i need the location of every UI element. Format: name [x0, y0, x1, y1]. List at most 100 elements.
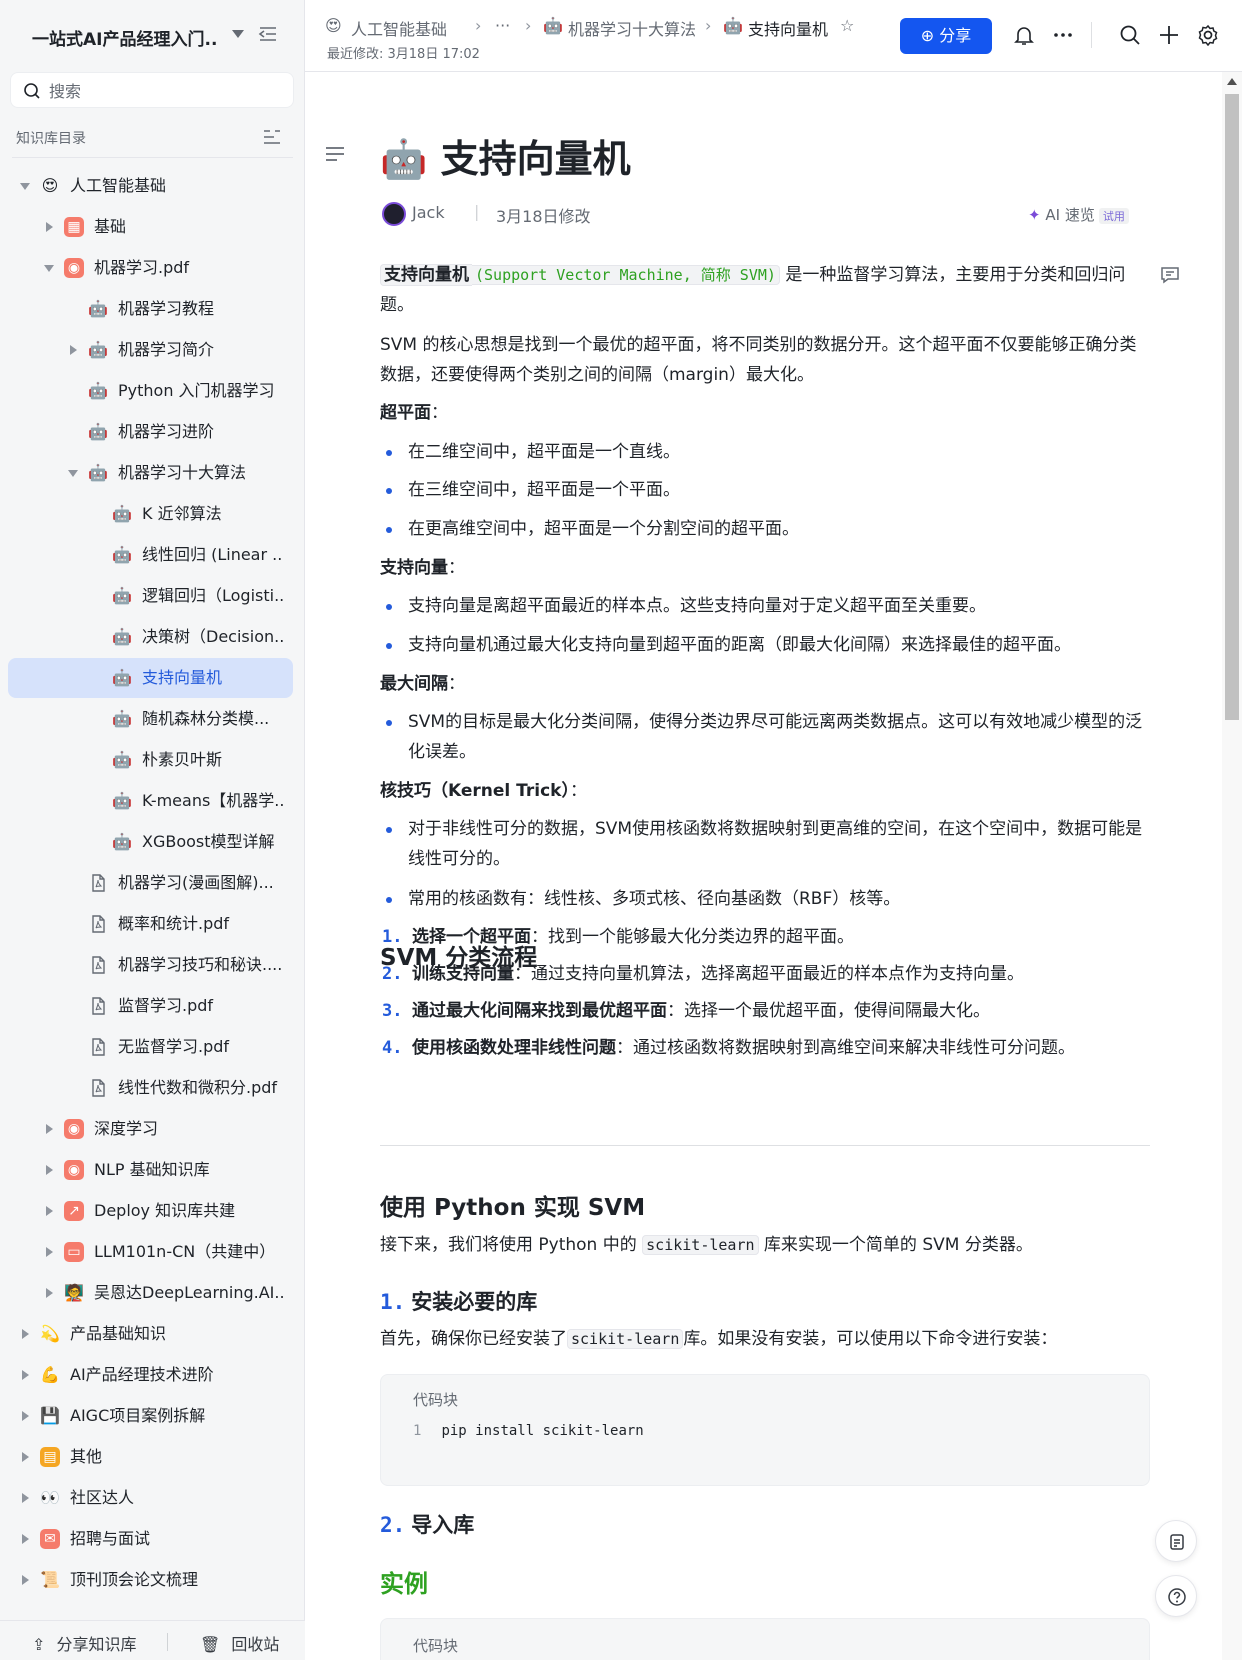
tree-item-label: 逻辑回归（Logisti...: [142, 586, 283, 605]
section-heading: 超平面：: [380, 403, 448, 423]
code-block[interactable]: 代码块: [380, 1618, 1150, 1660]
tree-item[interactable]: 🤖 Python 入门机器学习: [8, 371, 293, 411]
tree-item[interactable]: 💪 AI产品经理技术进阶: [8, 1355, 293, 1395]
outline-toggle-icon[interactable]: [325, 146, 345, 162]
star-icon[interactable]: ☆: [840, 16, 854, 35]
directory-options-icon[interactable]: [263, 129, 281, 145]
tree-item[interactable]: ◉ 深度学习: [8, 1109, 293, 1149]
plus-icon[interactable]: [1158, 24, 1180, 46]
doc-type-icon: ✉: [40, 1529, 60, 1549]
tree-item[interactable]: ▦ 基础: [8, 207, 293, 247]
tree-item-label: 基础: [94, 217, 127, 236]
chevron-right-icon[interactable]: [22, 1411, 29, 1421]
tree-item[interactable]: ▤ 其他: [8, 1437, 293, 1477]
pdf-file-icon: [88, 996, 108, 1016]
collapse-sidebar-icon[interactable]: [258, 26, 278, 42]
chevron-right-icon[interactable]: [46, 1247, 53, 1257]
tree-item[interactable]: 😍 人工智能基础: [8, 166, 293, 206]
chevron-down-icon[interactable]: [44, 265, 54, 272]
emoji-icon: 💪: [40, 1365, 60, 1384]
chevron-right-icon[interactable]: [22, 1575, 29, 1585]
tree-item[interactable]: 🤖 机器学习进阶: [8, 412, 293, 452]
chevron-right-icon[interactable]: [70, 345, 77, 355]
recycle-bin-button[interactable]: 🗑 回收站: [200, 1631, 279, 1655]
tree-item[interactable]: 🧑‍🏫 吴恩达DeepLearning.AI...: [8, 1273, 293, 1313]
tree-item[interactable]: 🤖 朴素贝叶斯: [8, 740, 293, 780]
tree-item[interactable]: 💫 产品基础知识: [8, 1314, 293, 1354]
chevron-down-icon[interactable]: [68, 470, 78, 477]
tree-item[interactable]: ◉ 机器学习.pdf: [8, 248, 293, 288]
tree-item[interactable]: 无监督学习.pdf: [8, 1027, 293, 1067]
tree-item[interactable]: 🤖 随机森林分类模...: [8, 699, 293, 739]
chevron-right-icon[interactable]: [22, 1452, 29, 1462]
chevron-down-icon[interactable]: [20, 183, 30, 190]
settings-gear-icon[interactable]: [1197, 24, 1219, 46]
tree-item[interactable]: ◉ NLP 基础知识库: [8, 1150, 293, 1190]
chevron-right-icon[interactable]: [46, 1124, 53, 1134]
tree-item[interactable]: ↗ Deploy 知识库共建: [8, 1191, 293, 1231]
share-knowledge-base-button[interactable]: ⇪ 分享知识库: [32, 1631, 137, 1655]
tree-item[interactable]: 🤖 机器学习十大算法: [8, 453, 293, 493]
kb-dropdown-caret-icon[interactable]: [232, 30, 244, 38]
tree-item-label: 顶刊顶会论文梳理: [70, 1570, 199, 1589]
tree-item[interactable]: 机器学习(漫画图解)...: [8, 863, 293, 903]
tree-item[interactable]: 🤖 决策树（Decision...: [8, 617, 293, 657]
emoji-icon: 🤖: [112, 709, 132, 728]
tree-item[interactable]: 线性代数和微积分.pdf: [8, 1068, 293, 1108]
chevron-right-icon[interactable]: [22, 1370, 29, 1380]
search-box[interactable]: [10, 72, 294, 108]
help-button[interactable]: [1155, 1575, 1197, 1617]
vertical-scrollbar[interactable]: [1222, 72, 1242, 1660]
breadcrumb-ellipsis[interactable]: ···: [495, 16, 510, 35]
section-title: 使用 Python 实现 SVM: [380, 1195, 646, 1221]
bell-icon[interactable]: [1013, 24, 1035, 46]
tree-item-label: 随机森林分类模...: [142, 709, 270, 728]
tree-item[interactable]: 概率和统计.pdf: [8, 904, 293, 944]
more-icon[interactable]: [1052, 24, 1074, 46]
tree-item[interactable]: 🤖 逻辑回归（Logisti...: [8, 576, 293, 616]
tree-item[interactable]: 🤖 支持向量机: [8, 658, 293, 698]
tree-item[interactable]: 机器学习技巧和秘诀....: [8, 945, 293, 985]
tree-item[interactable]: 📜 顶刊顶会论文梳理: [8, 1560, 293, 1600]
share-button[interactable]: ⊕ 分享: [900, 18, 992, 54]
numbered-list-item: 2. 训练支持向量：通过支持向量机算法，选择离超平面最近的样本点作为支持向量。: [382, 964, 1024, 984]
tree-item[interactable]: 🤖 XGBoost模型详解: [8, 822, 293, 862]
tree-item-label: 机器学习.pdf: [94, 258, 190, 277]
scrollbar-thumb[interactable]: [1225, 94, 1239, 720]
chevron-right-icon[interactable]: [22, 1329, 29, 1339]
emoji-icon: 🤖: [88, 422, 108, 441]
chevron-right-icon[interactable]: [46, 1288, 53, 1298]
step-heading: 1. 安装必要的库: [380, 1290, 538, 1314]
tree-item[interactable]: 💾 AIGC项目案例拆解: [8, 1396, 293, 1436]
chevron-right-icon[interactable]: [46, 1206, 53, 1216]
tree-item[interactable]: 监督学习.pdf: [8, 986, 293, 1026]
author-name[interactable]: Jack: [412, 203, 445, 222]
emoji-icon: 🤖: [112, 545, 132, 564]
tree-item[interactable]: ▭ LLM101n-CN（共建中）: [8, 1232, 293, 1272]
knowledge-base-title[interactable]: 一站式AI产品经理入门...: [32, 25, 217, 50]
chevron-right-icon[interactable]: [46, 222, 53, 232]
tree-item[interactable]: 🤖 机器学习教程: [8, 289, 293, 329]
avatar[interactable]: [382, 202, 406, 226]
tree-item[interactable]: 👀 社区达人: [8, 1478, 293, 1518]
tree-item[interactable]: 🤖 机器学习简介: [8, 330, 293, 370]
tree-item[interactable]: 🤖 K 近邻算法: [8, 494, 293, 534]
breadcrumb-current[interactable]: 支持向量机: [748, 16, 828, 40]
chevron-right-icon[interactable]: [22, 1534, 29, 1544]
search-icon[interactable]: [1119, 24, 1141, 46]
code-block[interactable]: 代码块 1 pip install scikit-learn: [380, 1374, 1150, 1486]
breadcrumb-item[interactable]: 人工智能基础: [351, 16, 447, 40]
search-input[interactable]: [49, 79, 279, 103]
breadcrumb-item[interactable]: 机器学习十大算法: [568, 16, 696, 40]
tree-item[interactable]: 🤖 线性回归 (Linear ...: [8, 535, 293, 575]
tree-item[interactable]: 🤖 K-means【机器学...: [8, 781, 293, 821]
chevron-right-icon[interactable]: [46, 1165, 53, 1175]
chevron-right-icon[interactable]: [22, 1493, 29, 1503]
scroll-up-arrow-icon[interactable]: [1227, 78, 1237, 85]
ai-summary-button[interactable]: ✦ AI 速览 试用: [1028, 204, 1129, 225]
doc-type-icon: ◉: [64, 1119, 84, 1139]
tree-item[interactable]: ✉ 招聘与面试: [8, 1519, 293, 1559]
list-item: 在二维空间中，超平面是一个直线。: [380, 437, 1150, 467]
doc-info-button[interactable]: [1155, 1520, 1197, 1562]
comment-icon[interactable]: [1160, 266, 1180, 284]
